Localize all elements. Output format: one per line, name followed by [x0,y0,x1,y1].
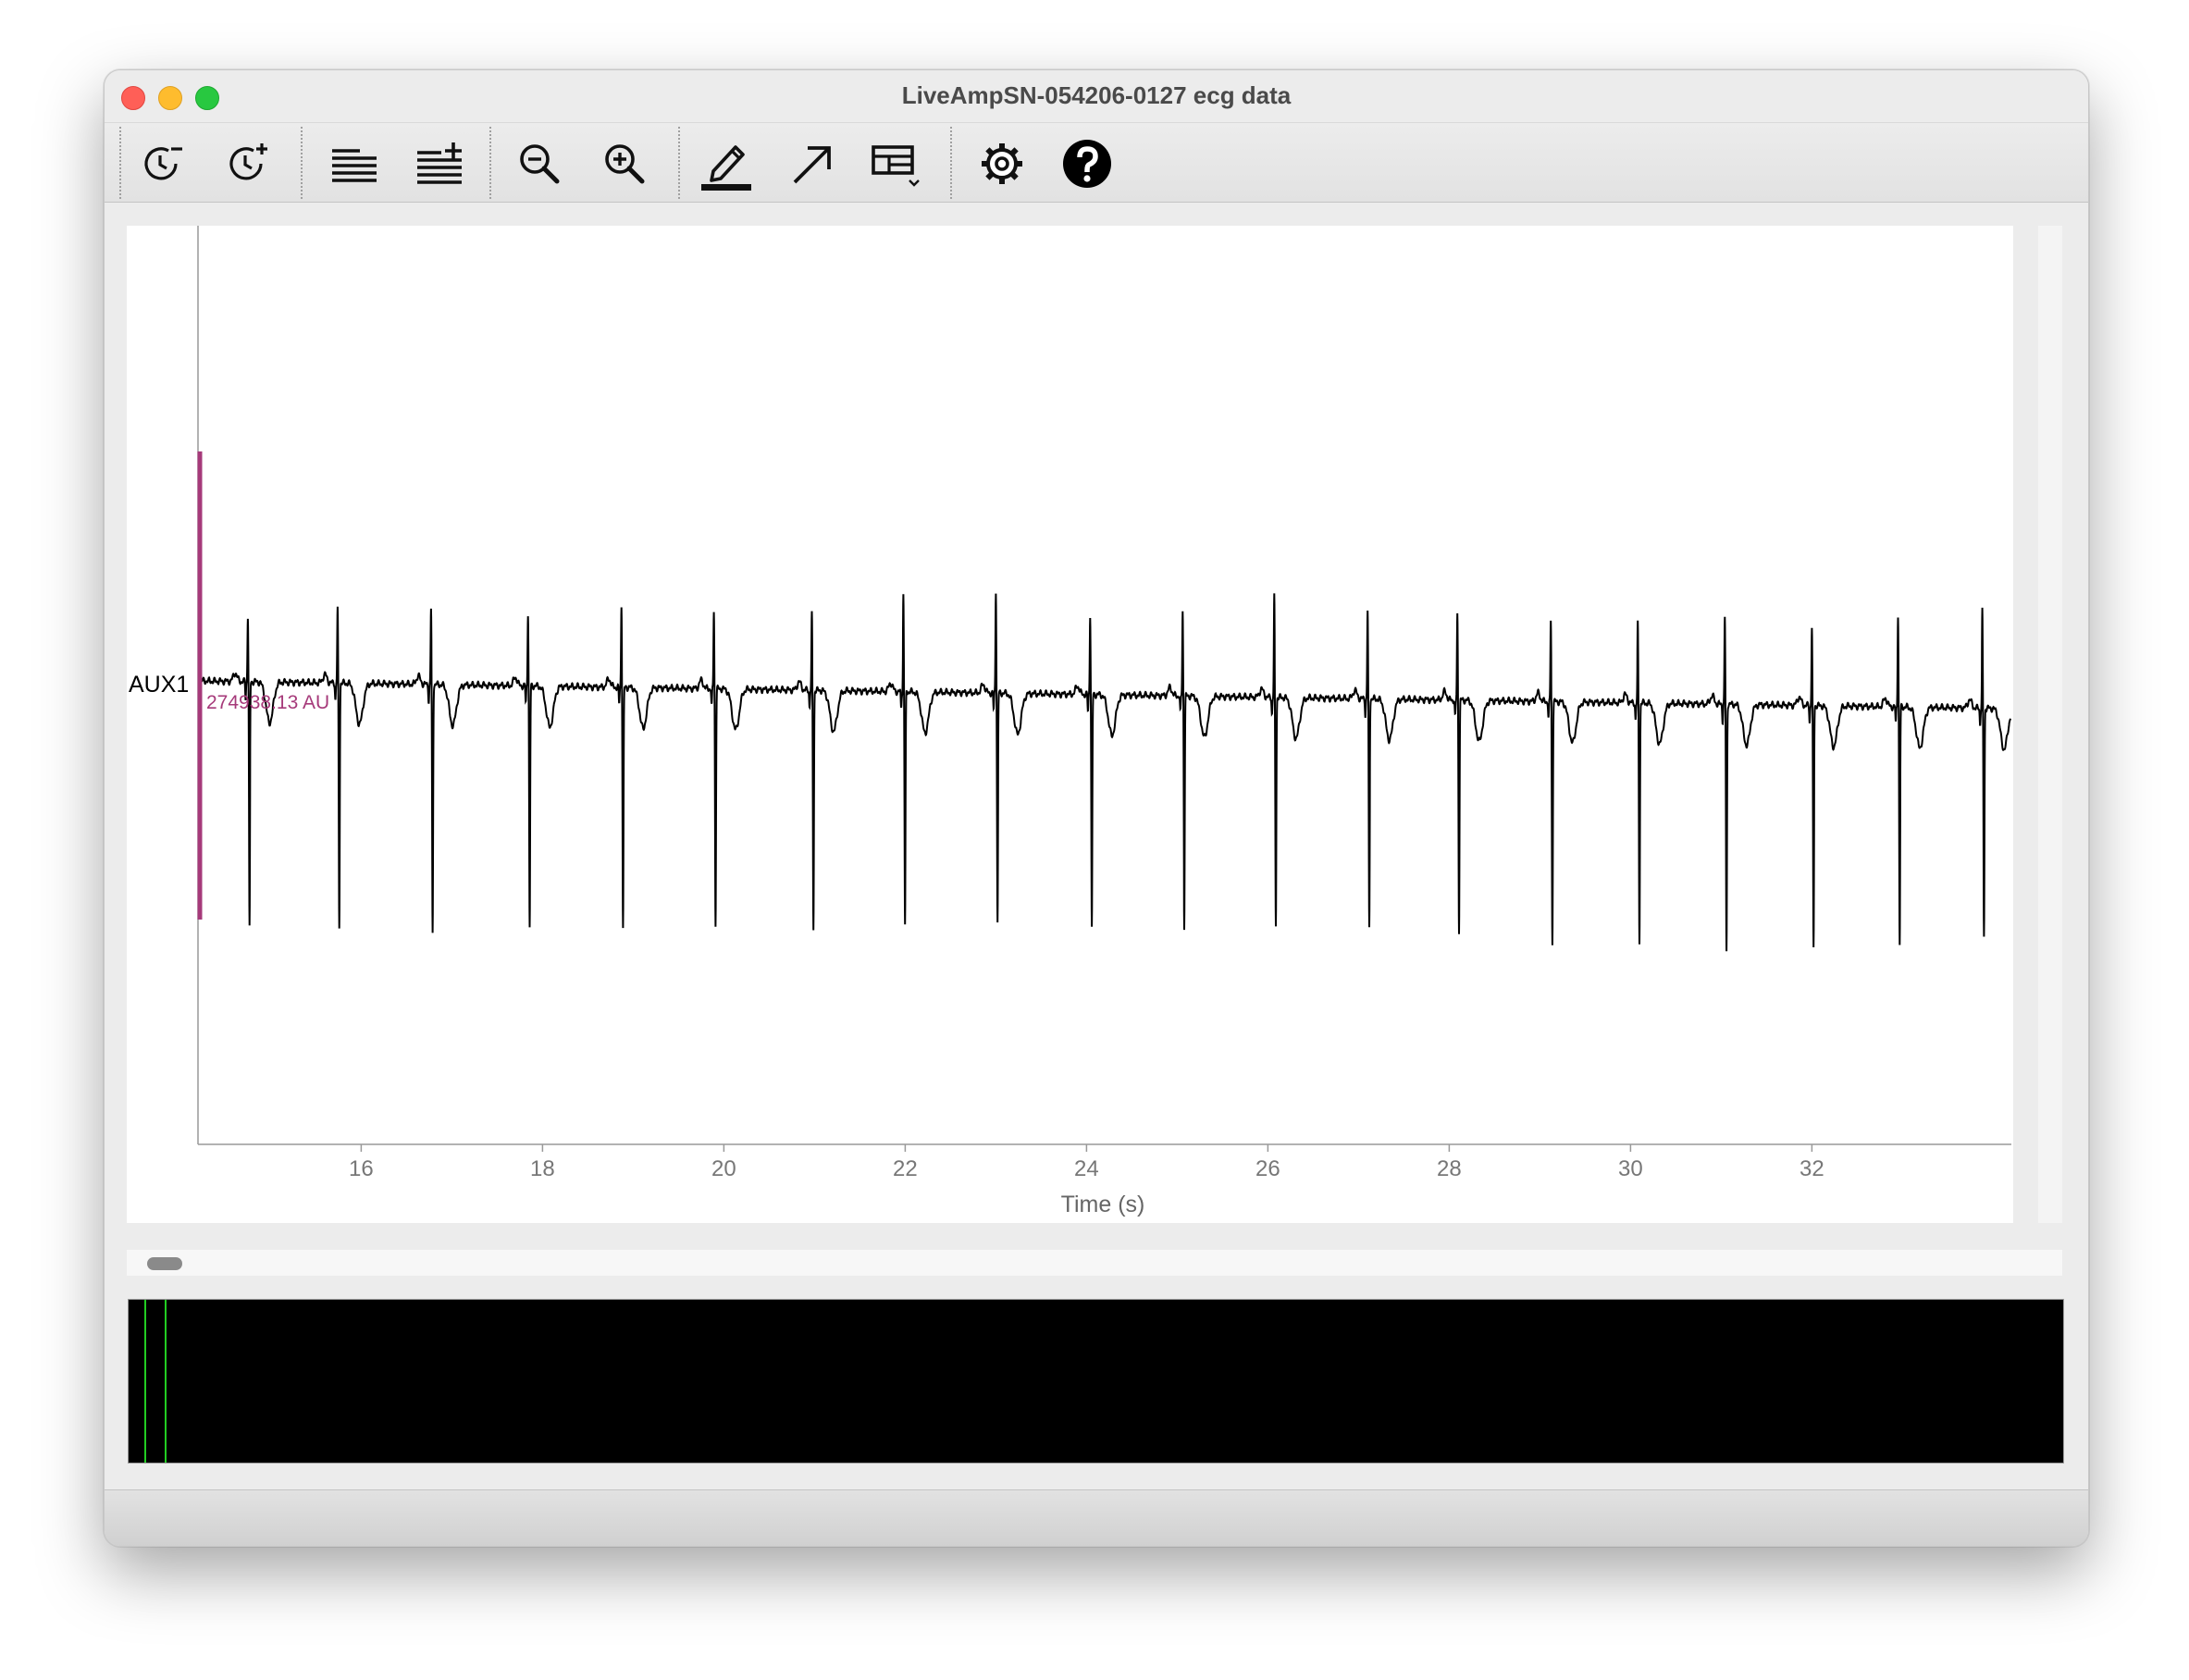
lines-minus-icon [332,149,377,182]
x-tick-label: 32 [1799,1156,1824,1181]
pencil-icon [701,145,751,191]
bottom-bar [105,1489,2088,1546]
toolbar [105,123,2088,203]
settings-button[interactable] [972,136,1032,191]
help-icon [1063,140,1111,188]
ecg-plot[interactable]: 16 18 20 22 24 26 28 30 32 AUX1 274938.13 AU Tim… [127,226,2013,1223]
x-tick-label: 30 [1618,1156,1643,1181]
toolbar-separator [678,127,680,199]
toolbar-separator [119,127,121,199]
overview-panel[interactable] [128,1299,2064,1464]
x-tick-label: 20 [711,1156,736,1181]
clock-plus-icon [229,143,267,180]
clock-minus-icon [144,147,182,180]
zoom-in-button[interactable] [595,136,654,191]
toolbar-separator [950,127,952,199]
zoom-out-button[interactable] [510,136,569,191]
x-tick-label: 16 [349,1156,374,1181]
layout-button[interactable] [867,136,926,191]
overview-view-window[interactable] [144,1300,167,1463]
layout-icon [872,145,920,187]
arrow-icon [793,146,831,184]
x-axis-label: Time (s) [1061,1192,1145,1217]
window-title: LiveAmpSN-054206-0127 ecg data [901,81,1292,109]
scale-label: 274938.13 AU [206,692,329,713]
ecg-trace [198,593,2011,952]
zoom-out-icon [520,144,560,184]
help-button[interactable] [1057,136,1117,191]
lines-plus-icon [417,142,462,184]
increase-time-scale-button[interactable] [219,136,278,191]
toolbar-separator [489,127,491,199]
gear-icon [982,143,1022,184]
horizontal-scrollbar[interactable] [127,1250,2062,1276]
title-bar: LiveAmpSN-054206-0127 ecg data [105,70,2088,123]
x-tick-label: 24 [1074,1156,1099,1181]
x-tick-label: 26 [1255,1156,1280,1181]
x-tick-label: 28 [1437,1156,1462,1181]
annotate-button[interactable] [697,136,756,191]
arrow-tool-button[interactable] [782,136,841,191]
decrease-time-scale-button[interactable] [134,136,193,191]
vertical-scrollbar[interactable] [2038,226,2062,1223]
horizontal-scroll-thumb[interactable] [147,1257,182,1270]
channel-label: AUX1 [129,672,189,698]
increase-channels-button[interactable] [410,136,469,191]
toolbar-separator [301,127,303,199]
x-tick-label: 18 [530,1156,555,1181]
x-tick-label: 22 [893,1156,918,1181]
plot-area[interactable]: 16 18 20 22 24 26 28 30 32 AUX1 274938.13 AU Tim… [127,226,2013,1223]
decrease-channels-button[interactable] [325,136,384,191]
app-window: LiveAmpSN-054206-0127 ecg data 16 18 20 … [104,69,2089,1547]
zoom-in-icon [605,144,645,184]
